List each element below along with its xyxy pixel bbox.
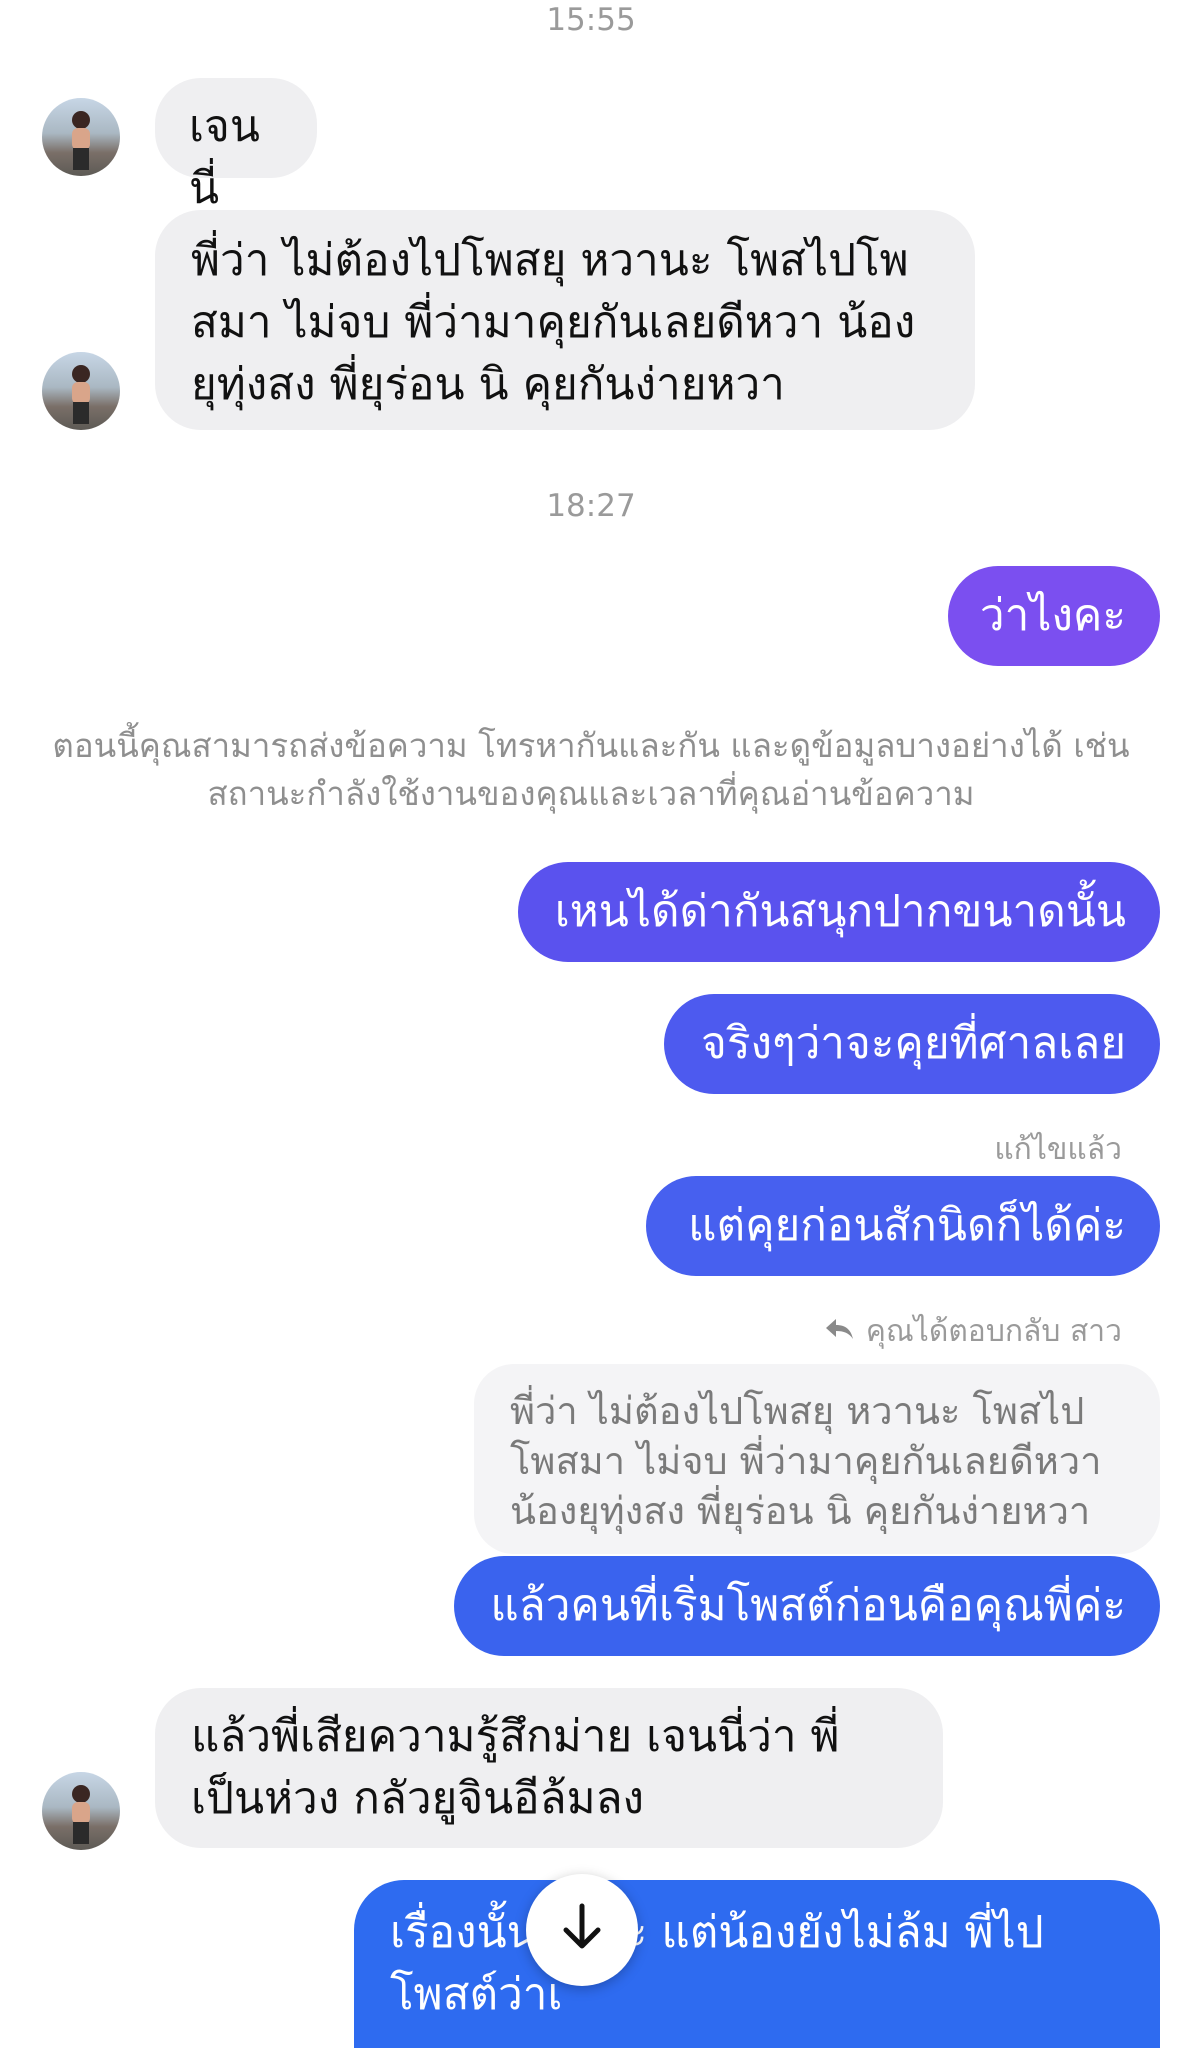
- quoted-message[interactable]: พี่ว่า ไม่ต้องไปโพสยุ หวานะ โพสไปโพสมา ไ…: [474, 1364, 1160, 1554]
- system-notice: ตอนนี้คุณสามารถส่งข้อความ โทรหากันและกัน…: [52, 726, 1130, 813]
- scroll-to-bottom-button[interactable]: [526, 1874, 638, 1986]
- reply-label: คุณได้ตอบกลับ สาว: [824, 1312, 1122, 1352]
- outgoing-message-bubble[interactable]: เหนได้ด่ากันสนุกปากขนาดนั้น: [518, 862, 1160, 962]
- avatar[interactable]: [42, 352, 120, 430]
- outgoing-message-bubble[interactable]: ว่าไงคะ: [948, 566, 1160, 666]
- avatar-photo: [72, 365, 90, 424]
- arrow-down-icon: [560, 1902, 604, 1958]
- outgoing-message-bubble[interactable]: จริงๆว่าจะคุยที่ศาลเลย: [664, 994, 1160, 1094]
- avatar-photo: [72, 111, 90, 170]
- incoming-message-bubble[interactable]: พี่ว่า ไม่ต้องไปโพสยุ หวานะ โพสไปโพสมา ไ…: [155, 210, 975, 430]
- avatar[interactable]: [42, 1772, 120, 1850]
- incoming-message-bubble[interactable]: เจนนี่: [155, 78, 317, 214]
- outgoing-message-bubble[interactable]: เรื่องนั้นเ ดีค่ะ แต่น้องยังไม่ล้ม พี่ไป…: [354, 1880, 1160, 2048]
- reply-arrow-icon: [824, 1312, 854, 1352]
- incoming-message-bubble[interactable]: แล้วพี่เสียความรู้สึกม่าย เจนนี่ว่า พี่เ…: [155, 1688, 943, 1848]
- avatar[interactable]: [42, 98, 120, 176]
- reply-label-text: คุณได้ตอบกลับ สาว: [865, 1314, 1122, 1349]
- outgoing-message-bubble[interactable]: แล้วคนที่เริ่มโพสต์ก่อนคือคุณพี่ค่ะ: [454, 1556, 1160, 1656]
- avatar-photo: [72, 1785, 90, 1844]
- timestamp-1827: 18:27: [546, 488, 636, 524]
- outgoing-message-bubble[interactable]: แต่คุยก่อนสักนิดก็ได้ค่ะ: [646, 1176, 1160, 1276]
- edited-label: แก้ไขแล้ว: [994, 1132, 1122, 1167]
- timestamp-1555: 15:55: [546, 2, 636, 38]
